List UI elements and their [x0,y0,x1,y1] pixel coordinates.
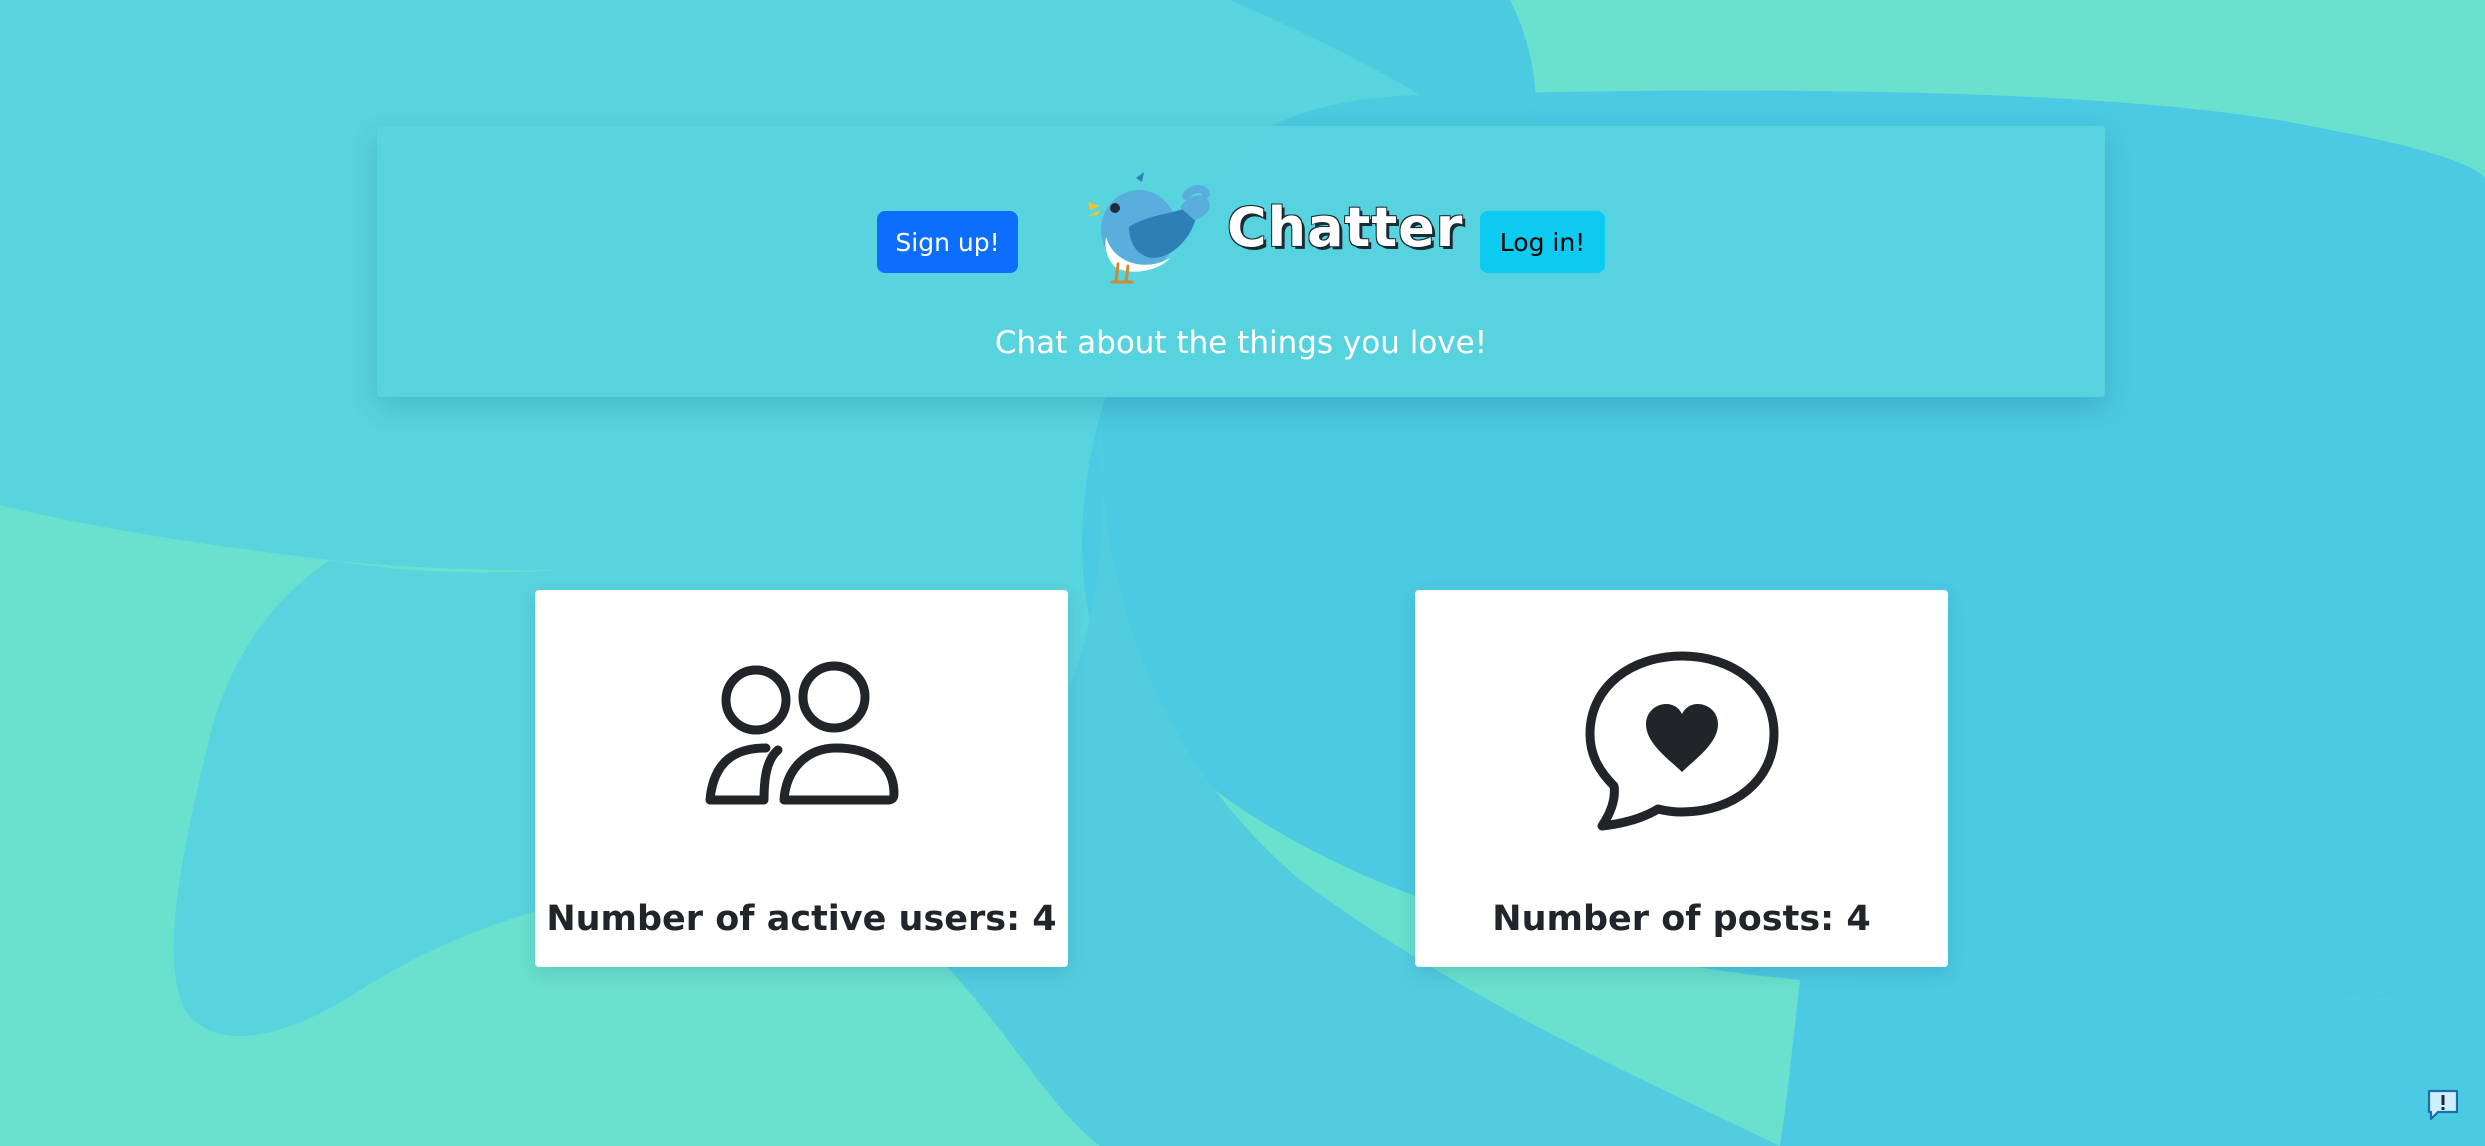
posts-card: Number of posts: 4 [1415,590,1948,967]
active-users-label: Number of active users: 4 [546,899,1057,939]
signup-button[interactable]: Sign up! [877,211,1018,273]
tagline: Chat about the things you love! [994,325,1488,361]
bird-icon [1088,172,1210,284]
posts-label: Number of posts: 4 [1492,899,1871,939]
people-icon [705,661,898,805]
chat-heart-icon [1585,651,1778,831]
active-users-card: Number of active users: 4 [535,590,1068,967]
hero-banner: Sign up! Chatter Log in! Chat about the … [377,126,2105,397]
login-button[interactable]: Log in! [1480,211,1605,273]
feedback-icon[interactable] [2426,1088,2460,1122]
app-title: Chatter [1227,196,1464,259]
